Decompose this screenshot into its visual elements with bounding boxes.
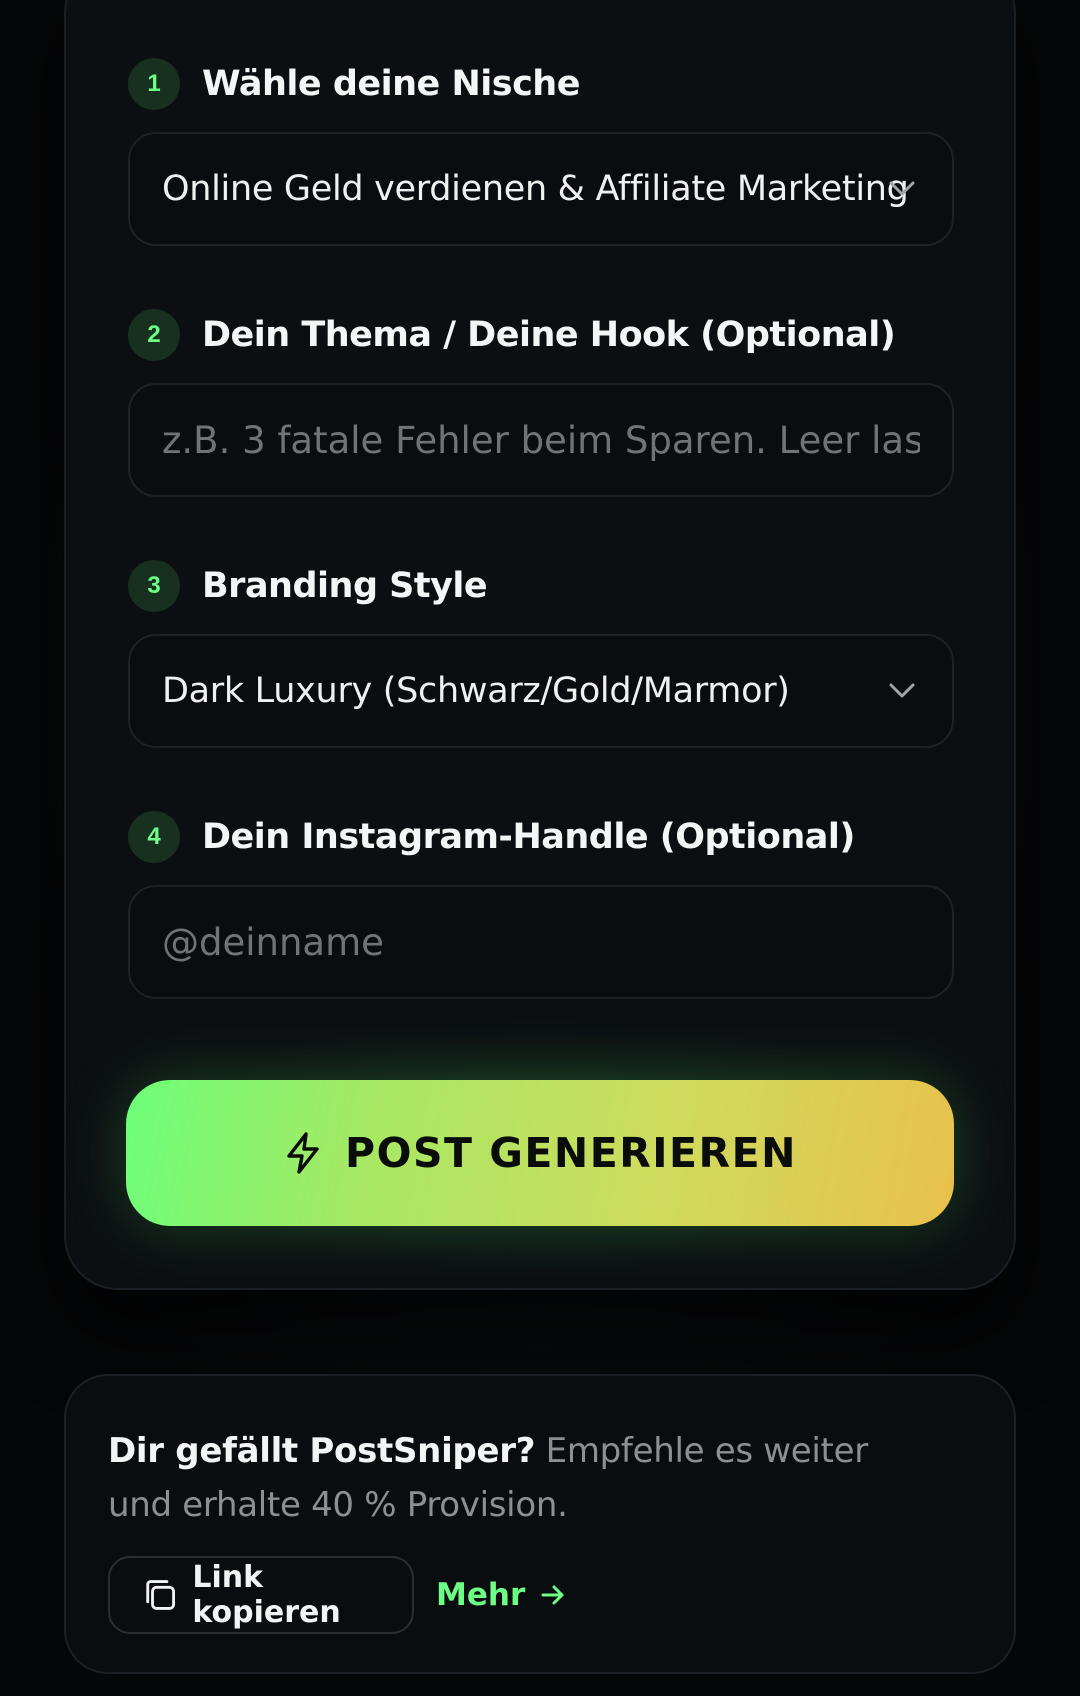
- referral-text: Dir gefällt PostSniper? Empfehle es weit…: [108, 1424, 908, 1532]
- instagram-handle-input[interactable]: [162, 920, 920, 964]
- step-niche: 1 Wähle deine Nische Online Geld verdien…: [128, 58, 954, 246]
- step-label: Dein Thema / Deine Hook (Optional): [202, 315, 896, 355]
- chevron-down-icon: [889, 683, 915, 698]
- step-header: 2 Dein Thema / Deine Hook (Optional): [128, 309, 954, 361]
- step-label: Branding Style: [202, 566, 488, 606]
- copy-link-button[interactable]: Link kopieren: [108, 1556, 414, 1634]
- more-link-label: Mehr: [436, 1577, 526, 1613]
- branding-select[interactable]: Dark Luxury (Schwarz/Gold/Marmor): [128, 634, 954, 748]
- topic-field[interactable]: [128, 383, 954, 497]
- chevron-down-icon: [889, 181, 915, 196]
- generate-post-label: POST GENERIEREN: [345, 1129, 797, 1177]
- referral-title: Dir gefällt PostSniper?: [108, 1431, 536, 1471]
- generate-post-button[interactable]: POST GENERIEREN: [126, 1080, 954, 1226]
- niche-select[interactable]: Online Geld verdienen & Affiliate Market…: [128, 132, 954, 246]
- instagram-field[interactable]: [128, 885, 954, 999]
- niche-select-value: Online Geld verdienen & Affiliate Market…: [162, 169, 909, 209]
- step-header: 3 Branding Style: [128, 560, 954, 612]
- copy-icon: [146, 1580, 176, 1610]
- step-header: 1 Wähle deine Nische: [128, 58, 954, 110]
- step-instagram: 4 Dein Instagram-Handle (Optional): [128, 811, 954, 999]
- page: 1 Wähle deine Nische Online Geld verdien…: [0, 0, 1080, 1696]
- step-header: 4 Dein Instagram-Handle (Optional): [128, 811, 954, 863]
- arrow-right-icon: [541, 1585, 564, 1605]
- referral-card: Dir gefällt PostSniper? Empfehle es weit…: [64, 1374, 1016, 1674]
- branding-select-value: Dark Luxury (Schwarz/Gold/Marmor): [162, 671, 790, 711]
- step-label: Dein Instagram-Handle (Optional): [202, 817, 855, 857]
- copy-link-label: Link kopieren: [192, 1560, 341, 1630]
- step-number-badge: 2: [128, 309, 180, 361]
- step-number-badge: 1: [128, 58, 180, 110]
- step-number-badge: 4: [128, 811, 180, 863]
- step-label: Wähle deine Nische: [202, 64, 580, 104]
- topic-input[interactable]: [162, 418, 920, 462]
- step-topic: 2 Dein Thema / Deine Hook (Optional): [128, 309, 954, 497]
- step-branding: 3 Branding Style Dark Luxury (Schwarz/Go…: [128, 560, 954, 748]
- lightning-icon: [287, 1132, 319, 1174]
- step-number-badge: 3: [128, 560, 180, 612]
- more-link[interactable]: Mehr: [436, 1556, 567, 1634]
